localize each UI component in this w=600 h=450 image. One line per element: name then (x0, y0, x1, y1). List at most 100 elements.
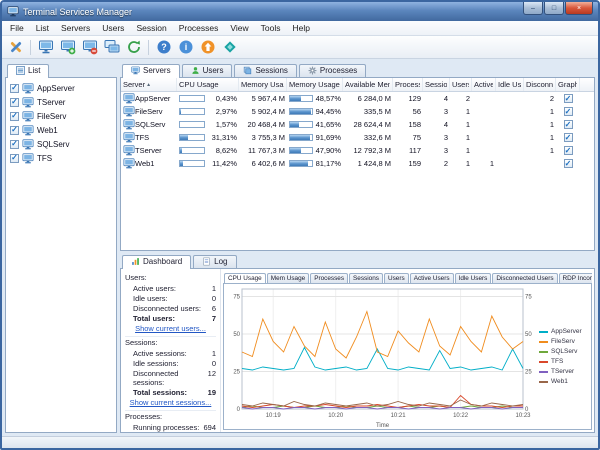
menu-item-tools[interactable]: Tools (255, 22, 287, 34)
graph-checkbox[interactable]: ✓ (564, 94, 573, 103)
cpu-usage-chart: 10:1910:2010:2110:2210:2300252550507575T… (224, 284, 539, 429)
server-row[interactable]: TFS31,31%3 755,3 M91,69%332,6 M75311✓ (121, 131, 594, 144)
chart-tab-1[interactable]: Mem Usage (267, 273, 309, 283)
tab-users[interactable]: Users (182, 64, 233, 77)
server-tree-item[interactable]: ✓TFS (8, 151, 114, 165)
info-icon: i (178, 39, 194, 55)
legend-item: FileServ (539, 338, 589, 345)
titlebar[interactable]: Terminal Services Manager – □ × (2, 2, 598, 21)
menu-item-users[interactable]: Users (96, 22, 130, 34)
close-button[interactable]: × (565, 2, 593, 15)
tab-list[interactable]: List (7, 64, 49, 78)
menu-item-list[interactable]: List (30, 22, 55, 34)
column-header-1[interactable]: CPU Usage (177, 78, 239, 91)
column-header-9[interactable]: Idle Users (496, 78, 524, 91)
tab-processes[interactable]: Processes (299, 64, 366, 77)
update-button[interactable] (197, 37, 218, 57)
available-memory-cell: 335,5 M (343, 105, 393, 118)
server-tree-item[interactable]: ✓AppServer (8, 81, 114, 95)
graph-checkbox[interactable]: ✓ (564, 133, 573, 142)
chart-tab-4[interactable]: Users (384, 273, 409, 283)
menu-item-servers[interactable]: Servers (55, 22, 96, 34)
server-checkbox[interactable]: ✓ (10, 140, 19, 149)
toolbar-separator (148, 40, 149, 55)
computer-icon (123, 106, 135, 117)
tab-label: Sessions (255, 66, 287, 75)
chart-tab-6[interactable]: Idle Users (455, 273, 492, 283)
column-header-10[interactable]: Disconnec... (524, 78, 556, 91)
server-checkbox[interactable]: ✓ (10, 98, 19, 107)
toolbar: ? i (2, 36, 598, 59)
menu-item-view[interactable]: View (224, 22, 254, 34)
chart-legend: AppServerFileServSQLServTFSTServerWeb1 (539, 284, 591, 429)
column-header-0[interactable]: Server▲ (121, 78, 177, 91)
server-checkbox[interactable]: ✓ (10, 154, 19, 163)
disconnected-users-cell: 1 (524, 105, 556, 118)
memory-pct-cell: 47,90% (287, 144, 343, 157)
server-tree-item[interactable]: ✓Web1 (8, 123, 114, 137)
column-header-7[interactable]: Users (450, 78, 472, 91)
info-button[interactable]: i (175, 37, 196, 57)
chart-tab-7[interactable]: Disconnected Users (492, 273, 557, 283)
graph-checkbox[interactable]: ✓ (564, 107, 573, 116)
servers-list-button[interactable] (101, 37, 122, 57)
server-row[interactable]: FileServ2,97%5 902,4 M94,45%335,5 M56311… (121, 105, 594, 118)
server-row[interactable]: SQLServ1,57%20 468,4 M41,65%28 624,4 M15… (121, 118, 594, 131)
column-header-6[interactable]: Sessions (423, 78, 450, 91)
stat-row: Disconnected users:6 (125, 303, 216, 313)
menu-item-session[interactable]: Session (130, 22, 172, 34)
server-checkbox[interactable]: ✓ (10, 84, 19, 93)
refresh-button[interactable] (123, 37, 144, 57)
server-row[interactable]: TServer8,62%11 767,3 M47,90%12 792,3 M11… (121, 144, 594, 157)
menu-item-file[interactable]: File (4, 22, 30, 34)
update-icon (200, 39, 216, 55)
tools-button[interactable] (5, 37, 26, 57)
server-checkbox[interactable]: ✓ (10, 112, 19, 121)
menu-item-help[interactable]: Help (287, 22, 316, 34)
remove-server-button[interactable] (79, 37, 100, 57)
list-icon (16, 66, 25, 75)
show-sessions-link[interactable]: Show current sessions... (125, 398, 216, 407)
chart-area: CPU UsageMem UsageProcessesSessionsUsers… (221, 269, 594, 432)
server-tree-item[interactable]: ✓TServer (8, 95, 114, 109)
column-header-2[interactable]: Memory Usa... (239, 78, 287, 91)
graph-checkbox[interactable]: ✓ (564, 146, 573, 155)
cpu-usage-bar (179, 134, 205, 141)
tab-sessions[interactable]: Sessions (234, 64, 296, 77)
graph-checkbox[interactable]: ✓ (564, 120, 573, 129)
tab-log[interactable]: Log (193, 255, 236, 268)
chart-tab-8[interactable]: RDP Incoming Bytes (559, 273, 592, 283)
column-header-4[interactable]: Available Mem... (343, 78, 393, 91)
server-tree-item[interactable]: ✓FileServ (8, 109, 114, 123)
help-button[interactable]: ? (153, 37, 174, 57)
server-cell: FileServ (121, 105, 177, 118)
svg-text:50: 50 (525, 332, 532, 338)
graph-checkbox[interactable]: ✓ (564, 159, 573, 168)
show-users-link[interactable]: Show current users... (125, 324, 216, 333)
server-tree-item[interactable]: ✓SQLServ (8, 137, 114, 151)
column-header-5[interactable]: Process... (393, 78, 423, 91)
column-header-11[interactable]: Graph (556, 78, 580, 91)
server-row[interactable]: Web111,42%6 402,6 M81,17%1 424,8 M159211… (121, 157, 594, 170)
tab-dashboard[interactable]: Dashboard (122, 255, 191, 269)
disconnected-users-cell: 1 (524, 144, 556, 157)
server-checkbox[interactable]: ✓ (10, 126, 19, 135)
license-button[interactable] (219, 37, 240, 57)
chart-tab-3[interactable]: Sessions (349, 273, 383, 283)
tab-servers[interactable]: Servers (122, 64, 180, 78)
memory-pct-cell: 41,65% (287, 118, 343, 131)
column-header-3[interactable]: Memory Usage % (287, 78, 343, 91)
add-server-button[interactable] (57, 37, 78, 57)
server-row[interactable]: AppServer0,43%5 967,4 M48,57%6 284,0 M12… (121, 92, 594, 105)
menu-item-processes[interactable]: Processes (173, 22, 225, 34)
cpu-usage-bar (179, 121, 205, 128)
svg-text:10:21: 10:21 (391, 413, 407, 419)
maximize-button[interactable]: □ (544, 2, 564, 15)
stat-label: Disconnected sessions: (133, 369, 208, 387)
chart-tab-5[interactable]: Active Users (410, 273, 454, 283)
chart-tab-2[interactable]: Processes (310, 273, 348, 283)
minimize-button[interactable]: – (523, 2, 543, 15)
connect-server-button[interactable] (35, 37, 56, 57)
column-header-8[interactable]: Active... (472, 78, 496, 91)
chart-tab-0[interactable]: CPU Usage (224, 273, 266, 283)
